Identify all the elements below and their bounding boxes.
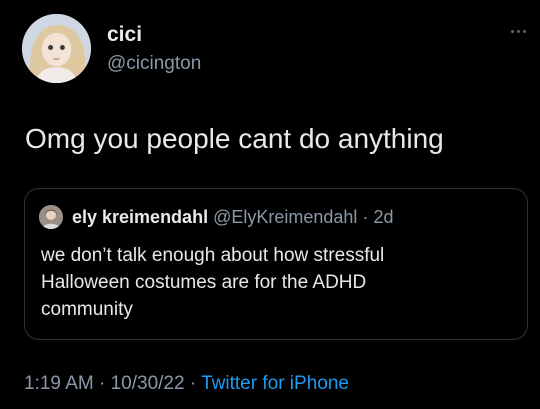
quoted-avatar[interactable] (39, 205, 63, 229)
tweet-date[interactable]: 10/30/22 (111, 373, 185, 394)
quoted-age: 2d (373, 207, 394, 227)
quoted-tweet[interactable]: ely kreimendahl @ElyKreimendahl · 2d we … (24, 188, 528, 340)
tweet-source-link[interactable]: Twitter for iPhone (201, 373, 349, 394)
tweet-time[interactable]: 1:19 AM (24, 373, 94, 394)
quoted-separator: · (362, 207, 369, 227)
quoted-header: ely kreimendahl @ElyKreimendahl · 2d (72, 207, 394, 229)
doll-avatar-icon (22, 14, 91, 83)
quoted-text: we don’t talk enough about how stressful… (41, 242, 511, 323)
tweet-text: Omg you people cant do anything (25, 123, 444, 154)
quoted-text-line: we don’t talk enough about how stressful (41, 245, 385, 266)
tweet-meta: 1:19 AM · 10/30/22 · Twitter for iPhone (24, 373, 349, 396)
meta-separator: · (93, 373, 111, 394)
avatar[interactable] (22, 14, 91, 83)
person-avatar-icon (39, 205, 63, 229)
author-display-name[interactable]: cici (107, 24, 142, 45)
quoted-text-line: community (41, 299, 133, 320)
author-handle[interactable]: @cicington (107, 54, 201, 73)
quoted-display-name[interactable]: ely kreimendahl (72, 207, 208, 227)
quoted-handle[interactable]: @ElyKreimendahl (213, 207, 357, 227)
meta-separator: · (184, 373, 202, 394)
quoted-text-line: Halloween costumes are for the ADHD (41, 272, 367, 293)
more-options-icon[interactable] (511, 30, 526, 33)
tweet: cici @cicington Omg you people cant do a… (0, 0, 540, 409)
